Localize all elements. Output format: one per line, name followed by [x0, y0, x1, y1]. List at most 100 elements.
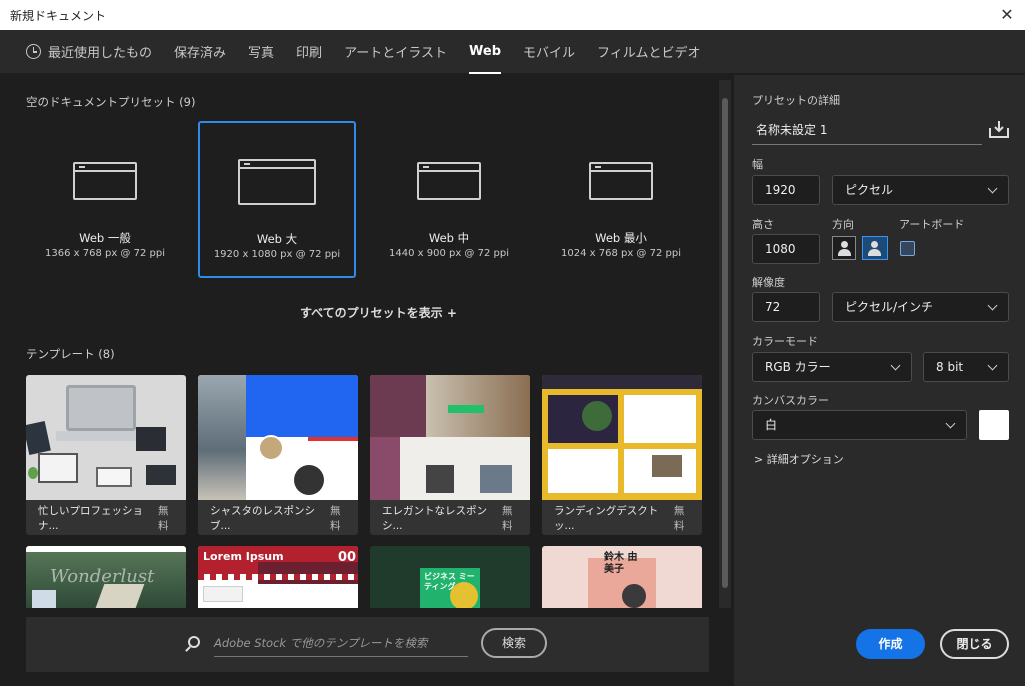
- scrollbar-thumb[interactable]: [722, 98, 728, 588]
- artboard-checkbox[interactable]: [900, 241, 915, 256]
- preset-name: Web 一般: [79, 231, 131, 245]
- preset-details-panel: プリセットの詳細 名称未設定 1 幅 1920 ピクセル 高さ 方向 アートボー…: [734, 75, 1025, 686]
- show-all-presets-link[interactable]: すべてのプリセットを表示 +: [300, 304, 457, 321]
- resolution-unit-dropdown[interactable]: ピクセル/インチ: [832, 292, 1009, 322]
- template-caption: エレガントなレスポンシ... 無料: [370, 500, 530, 535]
- close-icon[interactable]: ✕: [997, 5, 1017, 25]
- stock-search-input[interactable]: Adobe Stock で他のテンプレートを検索: [214, 631, 468, 657]
- width-unit-value: ピクセル: [845, 183, 894, 197]
- artboard-label: アートボード: [899, 218, 965, 231]
- color-mode-label: カラーモード: [752, 335, 818, 348]
- template-card[interactable]: Wonderlust: [26, 546, 186, 608]
- templates-section-label: テンプレート (8): [26, 347, 115, 361]
- preset-name: Web 最小: [595, 231, 647, 245]
- chevron-down-icon: [987, 183, 998, 194]
- template-card[interactable]: ビジネス ミーティング: [370, 546, 530, 608]
- color-mode-dropdown[interactable]: RGB カラー: [752, 352, 912, 382]
- bit-depth-value: 8 bit: [936, 360, 964, 374]
- advanced-options-toggle[interactable]: > 詳細オプション: [754, 451, 844, 467]
- presets-panel: 空のドキュメントプリセット (9) Web 一般 1366 x 768 px @…: [0, 75, 733, 686]
- template-name: エレガントなレスポンシ...: [382, 504, 487, 532]
- chevron-down-icon: [945, 418, 956, 429]
- template-thumbnail: [26, 375, 186, 500]
- tab-saved[interactable]: 保存済み: [174, 30, 226, 74]
- clock-icon: [26, 44, 41, 59]
- document-icon: [589, 162, 653, 200]
- template-name: 忙しいプロフェッショナ...: [38, 504, 143, 532]
- tab-photo[interactable]: 写真: [248, 30, 274, 74]
- preset-size: 1440 x 900 px @ 72 ppi: [389, 248, 509, 259]
- document-icon: [73, 162, 137, 200]
- canvas-color-dropdown[interactable]: 白: [752, 410, 967, 440]
- canvas-color-label: カンバスカラー: [752, 394, 829, 407]
- document-icon: [417, 162, 481, 200]
- document-icon: [238, 159, 316, 205]
- canvas-color-swatch[interactable]: [979, 410, 1009, 440]
- tab-print[interactable]: 印刷: [296, 30, 322, 74]
- preset-details-label: プリセットの詳細: [752, 94, 840, 107]
- create-button[interactable]: 作成: [856, 629, 925, 659]
- template-card[interactable]: Lorem Ipsum 00: [198, 546, 358, 608]
- template-thumbnail: [542, 375, 702, 500]
- person-icon: [871, 241, 878, 248]
- bit-depth-dropdown[interactable]: 8 bit: [923, 352, 1009, 382]
- template-card[interactable]: シャスタのレスポンシブ... 無料: [198, 375, 358, 535]
- template-caption: ランディングデスクトッ... 無料: [542, 500, 702, 535]
- preset-size: 1366 x 768 px @ 72 ppi: [45, 248, 165, 259]
- width-input[interactable]: 1920: [752, 175, 820, 205]
- template-name: ランディングデスクトッ...: [554, 504, 659, 532]
- orientation-label: 方向: [832, 218, 854, 231]
- preset-web-minimum[interactable]: Web 最小 1024 x 768 px @ 72 ppi: [542, 122, 700, 279]
- close-button[interactable]: 閉じる: [940, 629, 1009, 659]
- window-title: 新規ドキュメント: [10, 8, 107, 23]
- template-price: 無料: [157, 504, 169, 532]
- template-price: 無料: [501, 504, 513, 532]
- resolution-unit-value: ピクセル/インチ: [845, 300, 934, 314]
- width-unit-dropdown[interactable]: ピクセル: [832, 175, 1009, 205]
- resolution-label: 解像度: [752, 276, 785, 289]
- preset-name: Web 大: [256, 232, 298, 246]
- preset-web-medium[interactable]: Web 中 1440 x 900 px @ 72 ppi: [370, 122, 528, 279]
- tab-art-illustration[interactable]: アートとイラスト: [344, 30, 447, 74]
- landscape-orientation-button[interactable]: [862, 236, 888, 260]
- presets-section-label: 空のドキュメントプリセット (9): [26, 95, 196, 109]
- tab-mobile[interactable]: モバイル: [523, 30, 575, 74]
- chevron-down-icon: [890, 360, 901, 371]
- height-label: 高さ: [752, 218, 774, 231]
- category-tabs: 最近使用したもの 保存済み 写真 印刷 アートとイラスト Web モバイル フィ…: [0, 30, 1025, 74]
- preset-web-general[interactable]: Web 一般 1366 x 768 px @ 72 ppi: [26, 122, 184, 279]
- save-preset-icon[interactable]: [988, 119, 1010, 139]
- preset-size: 1024 x 768 px @ 72 ppi: [561, 248, 681, 259]
- canvas-color-value: 白: [765, 418, 778, 432]
- template-name: シャスタのレスポンシブ...: [210, 504, 315, 532]
- portrait-orientation-button[interactable]: [832, 236, 856, 260]
- preset-size: 1920 x 1080 px @ 72 ppi: [213, 249, 341, 260]
- color-mode-value: RGB カラー: [765, 360, 831, 374]
- template-price: 無料: [329, 504, 341, 532]
- document-name-input[interactable]: 名称未設定 1: [752, 117, 982, 145]
- tab-label: 最近使用したもの: [48, 46, 153, 61]
- search-button[interactable]: 検索: [481, 628, 547, 658]
- chevron-down-icon: [987, 300, 998, 311]
- preset-web-large[interactable]: Web 大 1920 x 1080 px @ 72 ppi: [198, 121, 356, 278]
- height-input[interactable]: 1080: [752, 234, 820, 264]
- tab-web[interactable]: Web: [469, 30, 502, 74]
- search-icon: [188, 636, 200, 648]
- title-bar: 新規ドキュメント ✕: [0, 0, 1025, 30]
- template-card[interactable]: 鈴木 由美子: [542, 546, 702, 608]
- tab-recent[interactable]: 最近使用したもの: [26, 30, 152, 74]
- template-thumbnail: [198, 375, 358, 500]
- template-thumbnail-text: 鈴木 由美子: [604, 552, 638, 575]
- template-caption: 忙しいプロフェッショナ... 無料: [26, 500, 186, 535]
- template-thumbnail: [370, 375, 530, 500]
- template-price: 無料: [673, 504, 685, 532]
- preset-name: Web 中: [428, 231, 470, 245]
- tab-film-video[interactable]: フィルムとビデオ: [597, 30, 700, 74]
- template-card[interactable]: 忙しいプロフェッショナ... 無料: [26, 375, 186, 535]
- template-card[interactable]: ランディングデスクトッ... 無料: [542, 375, 702, 535]
- template-caption: シャスタのレスポンシブ... 無料: [198, 500, 358, 535]
- vertical-scrollbar[interactable]: [719, 80, 731, 608]
- chevron-down-icon: [987, 360, 998, 371]
- template-card[interactable]: エレガントなレスポンシ... 無料: [370, 375, 530, 535]
- resolution-input[interactable]: 72: [752, 292, 820, 322]
